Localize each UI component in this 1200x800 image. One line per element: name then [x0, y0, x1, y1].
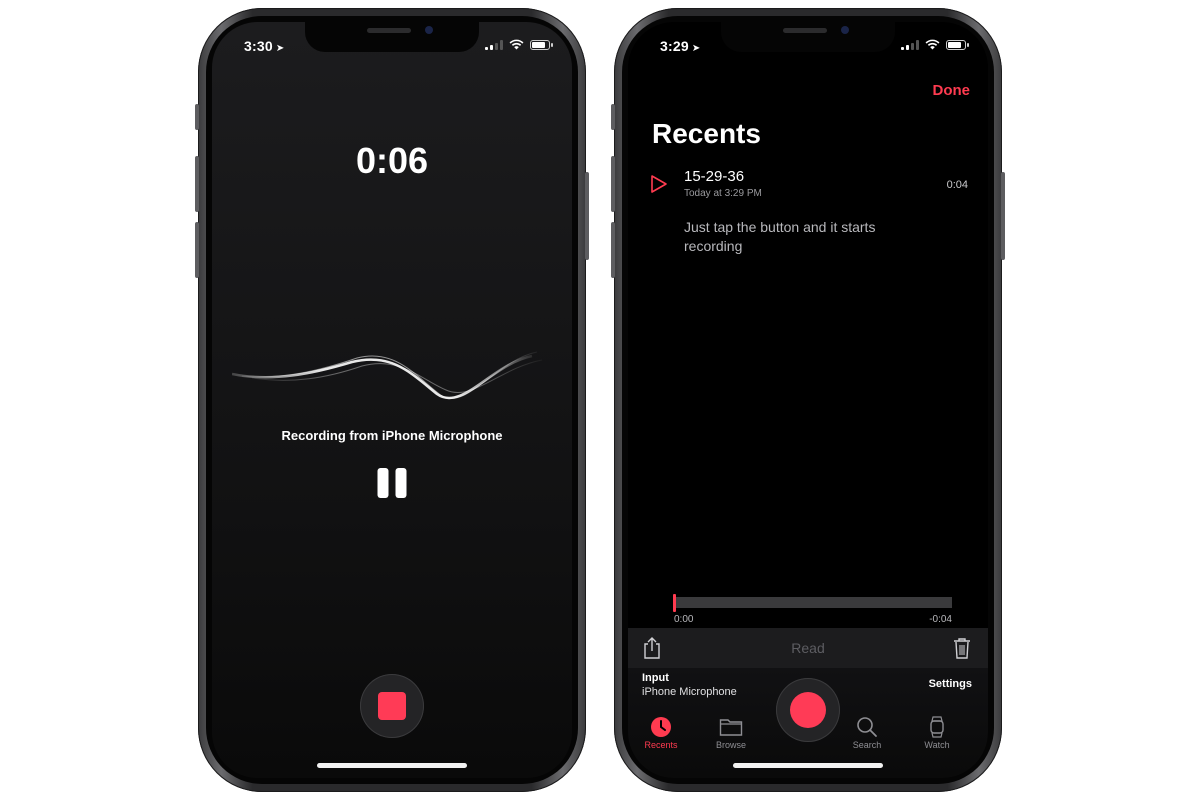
- recording-note: Just tap the button and it starts record…: [684, 219, 876, 254]
- status-time: 3:29 ➤: [660, 38, 701, 54]
- wifi-icon: [509, 39, 524, 50]
- notch: [305, 22, 479, 52]
- home-indicator[interactable]: [733, 763, 883, 768]
- input-source[interactable]: iPhone Microphone: [642, 686, 737, 698]
- battery-icon: [946, 39, 969, 50]
- tab-search[interactable]: Search: [842, 716, 892, 750]
- play-icon[interactable]: [650, 174, 668, 194]
- mute-switch: [611, 104, 615, 130]
- recording-source-label: Recording from iPhone Microphone: [281, 428, 503, 443]
- scrubber-handle[interactable]: [673, 594, 676, 612]
- location-arrow-icon: ➤: [691, 43, 701, 54]
- tab-label: Watch: [924, 740, 950, 750]
- pause-icon: [377, 468, 389, 498]
- right-phone: 3:29 ➤ Done Recents 15-29-36 Today at 3:2…: [611, 8, 1005, 792]
- notch: [721, 22, 895, 52]
- recents-screen: 3:29 ➤ Done Recents 15-29-36 Today at 3:2…: [628, 22, 988, 778]
- pause-button[interactable]: [377, 468, 407, 498]
- tab-browse[interactable]: Browse: [706, 716, 756, 750]
- home-indicator[interactable]: [317, 763, 467, 768]
- left-phone: 3:30 ➤ 0:06 Recording from iPhone Microp…: [195, 8, 589, 792]
- search-icon: [857, 717, 877, 737]
- settings-button[interactable]: Settings: [929, 678, 972, 690]
- tab-label: Recents: [644, 740, 678, 750]
- record-icon: [790, 692, 826, 728]
- input-label: Input: [642, 672, 669, 684]
- battery-icon: [530, 39, 553, 50]
- location-arrow-icon: ➤: [275, 43, 285, 54]
- cellular-signal-icon: [901, 39, 919, 50]
- wifi-icon: [925, 39, 940, 50]
- speaker-grille: [367, 28, 411, 33]
- watch-icon: [930, 716, 944, 738]
- recording-date: Today at 3:29 PM: [684, 188, 762, 199]
- status-time: 3:30 ➤: [244, 38, 285, 54]
- tab-recents[interactable]: Recents: [636, 716, 686, 750]
- volume-up-button: [195, 156, 199, 212]
- volume-down-button: [611, 222, 615, 278]
- page-title: Recents: [652, 118, 761, 149]
- waveform-graphic: [232, 351, 543, 400]
- tab-label: Search: [852, 740, 882, 750]
- speaker-grille: [783, 28, 827, 33]
- record-button[interactable]: [776, 678, 840, 742]
- list-item[interactable]: 15-29-36 Today at 3:29 PM 0:04 Just tap …: [628, 166, 988, 256]
- cellular-signal-icon: [485, 39, 503, 50]
- bottom-panel: Input iPhone Microphone Settings Recents: [628, 668, 988, 778]
- action-bar: Read: [628, 628, 988, 668]
- volume-up-button: [611, 156, 615, 212]
- tab-label: Browse: [715, 740, 746, 750]
- front-camera: [425, 26, 433, 34]
- stop-icon: [378, 692, 406, 720]
- side-button: [1001, 172, 1005, 260]
- front-camera: [841, 26, 849, 34]
- side-button: [585, 172, 589, 260]
- read-button[interactable]: Read: [628, 640, 988, 656]
- recording-screen: 3:30 ➤ 0:06 Recording from iPhone Microp…: [212, 22, 572, 778]
- recording-duration: 0:04: [946, 179, 968, 191]
- volume-down-button: [195, 222, 199, 278]
- scrubber-elapsed: 0:00: [674, 614, 694, 625]
- scrubber-remaining: -0:04: [929, 614, 952, 625]
- recording-name: 15-29-36: [684, 168, 745, 185]
- clock-icon: [651, 717, 671, 737]
- folder-icon: [719, 719, 743, 736]
- done-button[interactable]: Done: [933, 82, 971, 99]
- scrubber-track[interactable]: [674, 597, 952, 608]
- stop-button[interactable]: [360, 674, 424, 738]
- mute-switch: [195, 104, 199, 130]
- recording-timer: 0:06: [355, 140, 429, 181]
- trash-icon[interactable]: [952, 636, 972, 660]
- tab-watch[interactable]: Watch: [912, 716, 962, 750]
